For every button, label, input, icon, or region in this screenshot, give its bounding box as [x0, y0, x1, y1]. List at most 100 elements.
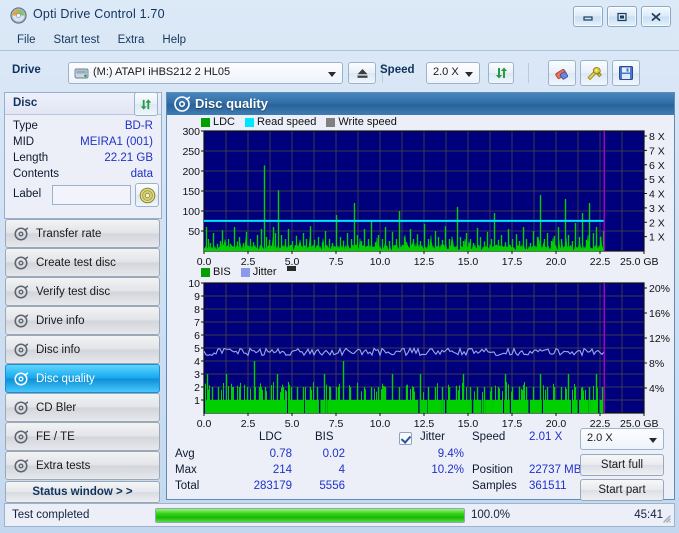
svg-text:5: 5: [194, 343, 200, 355]
tools-button[interactable]: [580, 60, 608, 86]
svg-text:25.0 GB: 25.0 GB: [620, 256, 659, 268]
drive-label: Drive: [12, 64, 41, 76]
bis-max-value: 4: [338, 464, 345, 476]
disc-icon: [174, 96, 191, 115]
disc-info-row-type: Type BD-R: [5, 120, 161, 136]
ldc-max-value: 214: [272, 464, 292, 476]
sidebar-item-icon: [14, 400, 28, 415]
svg-text:10: 10: [188, 278, 200, 290]
jitter-max-value: 10.2%: [431, 464, 464, 476]
disc-icon: [14, 313, 28, 328]
eject-button[interactable]: [348, 62, 376, 84]
window-controls: [573, 6, 671, 27]
svg-text:6 X: 6 X: [649, 160, 665, 172]
sidebar-item-icon: [14, 342, 28, 357]
disc-icon: [14, 255, 28, 270]
speed-value: 2.0 X: [433, 66, 459, 78]
svg-text:200: 200: [182, 166, 200, 178]
close-button[interactable]: [641, 6, 671, 27]
sidebar-item-fe-te[interactable]: FE / TE: [5, 422, 160, 451]
svg-text:4%: 4%: [649, 383, 664, 395]
eraser-button[interactable]: [548, 60, 576, 86]
sidebar-item-drive-info[interactable]: Drive info: [5, 306, 160, 335]
tools-icon: [587, 67, 602, 81]
cd-icon: [139, 187, 155, 203]
sidebar-item-label: Drive info: [36, 314, 85, 327]
disc-quality-panel: Disc quality LDC Read speed Write speed …: [166, 92, 675, 501]
svg-text:3: 3: [194, 369, 200, 381]
samples-stat-value: 361511: [529, 480, 567, 492]
samples-stat-label: Samples: [472, 480, 517, 492]
ldc-total-value: 283179: [253, 480, 292, 492]
save-button[interactable]: [612, 60, 640, 86]
menu-item-start-test[interactable]: Start test: [45, 32, 109, 48]
disc-icon: [14, 342, 28, 357]
menu-item-help[interactable]: Help: [153, 32, 195, 48]
start-part-button[interactable]: Start part: [580, 479, 664, 501]
menu-item-file[interactable]: File: [8, 32, 45, 48]
sidebar-item-icon: [14, 458, 28, 473]
drive-value: (M:) ATAPI iHBS212 2 HL05: [93, 66, 231, 78]
svg-text:17.5: 17.5: [502, 418, 523, 430]
sidebar-item-icon: [14, 429, 28, 444]
sidebar-item-create-test-disc[interactable]: Create test disc: [5, 248, 160, 277]
refresh-button[interactable]: [488, 62, 514, 84]
resize-grip-icon[interactable]: [661, 513, 671, 523]
minimize-button[interactable]: [573, 6, 603, 27]
start-full-label: Start full: [600, 459, 644, 471]
eraser-icon: [555, 69, 569, 80]
elapsed-time: 45:41: [634, 509, 663, 521]
refresh-icon: [140, 98, 152, 110]
sidebar-item-disc-info[interactable]: Disc info: [5, 335, 160, 364]
svg-text:7.5: 7.5: [329, 418, 344, 430]
drive-toolbar: Drive (M:) ATAPI iHBS212 2 HL05 Speed 2.…: [0, 51, 679, 93]
test-speed-select[interactable]: 2.0 X: [580, 428, 664, 450]
disc-info-row-mid: MID MEIRA1 (001): [5, 136, 161, 152]
disc-icon: [14, 226, 28, 241]
sidebar-item-verify-test-disc[interactable]: Verify test disc: [5, 277, 160, 306]
chevron-down-icon: [465, 72, 473, 77]
status-window-button[interactable]: Status window > >: [5, 481, 160, 503]
svg-text:20%: 20%: [649, 283, 670, 295]
sidebar-item-extra-tests[interactable]: Extra tests: [5, 451, 160, 480]
sidebar-item-icon: [14, 284, 28, 299]
svg-text:50: 50: [188, 226, 200, 238]
sidebar-item-icon: [14, 371, 28, 386]
svg-text:22.5: 22.5: [590, 256, 611, 268]
toolbar-divider-2: [528, 63, 529, 83]
disc-label-button[interactable]: [135, 183, 159, 207]
maximize-button[interactable]: [607, 6, 637, 27]
sidebar-item-disc-quality[interactable]: Disc quality: [5, 364, 160, 393]
speed-select[interactable]: 2.0 X: [426, 62, 480, 84]
window-title: Opti Drive Control 1.70: [33, 7, 165, 21]
sidebar-item-icon: [14, 226, 28, 241]
content-header: Disc quality: [167, 93, 674, 115]
svg-text:8: 8: [194, 304, 200, 316]
stats-col-bis: BIS: [315, 431, 334, 443]
position-stat-value: 22737 MB: [529, 464, 582, 476]
disc-refresh-button[interactable]: [134, 92, 158, 116]
app-window: Opti Drive Control 1.70 File Start test …: [0, 0, 679, 533]
sidebar-item-transfer-rate[interactable]: Transfer rate: [5, 219, 160, 248]
test-speed-value: 2.0 X: [587, 432, 613, 444]
sidebar-item-label: Disc quality: [36, 372, 95, 385]
eject-icon: [357, 68, 367, 78]
svg-text:4: 4: [194, 356, 200, 368]
stats-row-avg: Avg: [175, 448, 195, 460]
drive-icon: [74, 66, 89, 84]
jitter-checkbox[interactable]: [399, 432, 412, 445]
disc-info-key: Contents: [13, 168, 60, 180]
speed-stat-label: Speed: [472, 431, 506, 443]
app-icon: [10, 7, 27, 24]
status-window-label: Status window > >: [32, 486, 133, 498]
label-input[interactable]: [52, 185, 131, 205]
drive-select[interactable]: (M:) ATAPI iHBS212 2 HL05: [68, 62, 343, 84]
sidebar-item-label: Verify test disc: [36, 285, 111, 298]
sidebar-item-label: Transfer rate: [36, 227, 102, 240]
start-full-button[interactable]: Start full: [580, 454, 664, 476]
bis-chart: 12345678910 4% 8% 12% 16% 20% 0.0 2.5 5.0 7.5 10.0…: [188, 278, 670, 430]
maximize-icon: [617, 12, 627, 21]
disc-info-row-contents: Contents data: [5, 168, 161, 184]
sidebar-item-cd-bler[interactable]: CD Bler: [5, 393, 160, 422]
menu-item-extra[interactable]: Extra: [109, 32, 154, 48]
